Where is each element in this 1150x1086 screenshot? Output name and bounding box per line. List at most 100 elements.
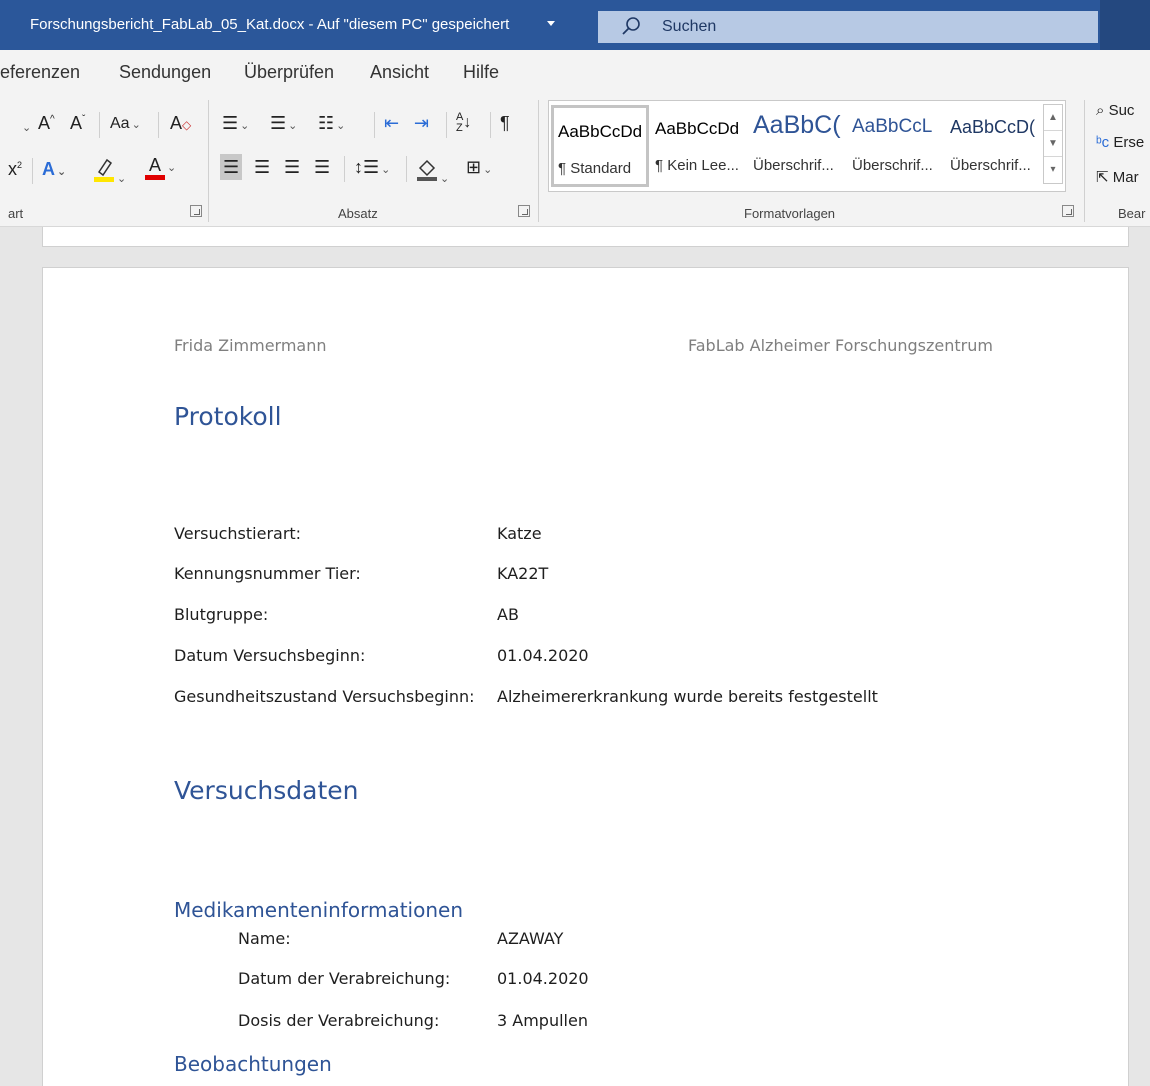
field-value: 01.04.2020	[497, 646, 589, 665]
group-separator	[1084, 100, 1085, 222]
style-name: ¶ Standard	[558, 160, 632, 177]
tab-ansicht[interactable]: Ansicht	[370, 62, 429, 83]
line-spacing-icon[interactable]: ↕☰ ⌄	[354, 158, 390, 176]
paint-bucket-icon	[417, 159, 437, 181]
field-label: Blutgruppe:	[174, 605, 269, 624]
highlight-icon[interactable]: ⌄	[93, 156, 126, 185]
style-heading-3[interactable]: AaBbCcD( Überschrif...	[946, 105, 1044, 187]
numbering-icon[interactable]: ☰ ⌄	[270, 114, 297, 132]
field-value: KA22T	[497, 564, 549, 583]
style-heading-2[interactable]: AaBbCcL Überschrif...	[848, 105, 946, 187]
section-heading: Versuchsdaten	[174, 776, 359, 805]
field-label: Name:	[238, 929, 291, 948]
style-sample: AaBbCcD(	[950, 117, 1036, 137]
search-box[interactable]: Suchen	[598, 11, 1098, 43]
shrink-font-icon[interactable]: Aˇ	[70, 114, 85, 132]
align-right-icon[interactable]: ☰	[284, 158, 300, 176]
search-icon: ⌕	[1096, 102, 1105, 119]
field-label: Dosis der Verabreichung:	[238, 1011, 440, 1030]
title-bar: Forschungsbericht_FabLab_05_Kat.docx - A…	[0, 0, 1150, 50]
document-page[interactable]: Frida Zimmermann FabLab Alzheimer Forsch…	[42, 267, 1129, 1086]
styles-gallery-scroll: ▲ ▼ ▾	[1043, 104, 1063, 184]
select-label: Mar	[1112, 169, 1139, 186]
previous-page-bottom	[42, 227, 1129, 247]
style-name: Überschrif...	[950, 157, 1031, 174]
style-sample: AaBbCcL	[852, 116, 933, 137]
paragraph-dialog-launcher-icon[interactable]	[518, 205, 530, 217]
separator	[99, 112, 100, 138]
style-sample: AaBbC(	[753, 111, 841, 139]
select-button[interactable]: ⇱ Mar	[1096, 168, 1139, 186]
field-label: Datum Versuchsbeginn:	[174, 646, 366, 665]
tab-ueberpruefen[interactable]: Überprüfen	[244, 62, 334, 83]
tab-sendungen[interactable]: Sendungen	[119, 62, 211, 83]
style-name: Überschrif...	[753, 157, 834, 174]
show-paragraph-marks-icon[interactable]: ¶	[500, 114, 510, 132]
style-name: Überschrif...	[852, 157, 933, 174]
subsection-heading: Medikamenteninformationen	[174, 898, 463, 922]
document-title[interactable]: Forschungsbericht_FabLab_05_Kat.docx - A…	[30, 16, 509, 33]
styles-gallery: AaBbCcDd ¶ Standard AaBbCcDd ¶ Kein Lee.…	[548, 100, 1066, 192]
find-label: Suc	[1108, 102, 1135, 119]
search-label: Suchen	[662, 18, 717, 35]
scroll-up-icon[interactable]: ▲	[1044, 105, 1062, 131]
separator	[344, 156, 345, 182]
paragraph-group-label: Absatz	[338, 206, 378, 221]
superscript-icon[interactable]: x2	[8, 160, 22, 178]
multilevel-list-icon[interactable]: ☷ ⌄	[318, 114, 345, 132]
style-kein-leerraum[interactable]: AaBbCcDd ¶ Kein Lee...	[651, 105, 749, 187]
separator	[446, 112, 447, 138]
font-group-label: art	[8, 206, 24, 221]
decrease-indent-icon[interactable]: ⇤	[384, 114, 399, 132]
separator	[406, 156, 407, 182]
subsection-heading: Beobachtungen	[174, 1052, 332, 1076]
grow-font-icon[interactable]: A^	[38, 114, 55, 132]
field-value: AZAWAY	[497, 929, 564, 948]
justify-icon[interactable]: ☰	[314, 158, 330, 176]
change-case-icon[interactable]: Aa ⌄	[110, 116, 141, 132]
editing-group-label: Bear	[1118, 206, 1146, 221]
title-bar-edge	[1100, 0, 1150, 50]
clear-formatting-icon[interactable]: A◇	[170, 114, 191, 132]
field-value: Alzheimererkrankung wurde bereits festge…	[497, 687, 878, 706]
font-size-dropdown-icon[interactable]: ⌄	[20, 116, 31, 134]
bullets-icon[interactable]: ☰ ⌄	[222, 114, 249, 132]
field-label: Gesundheitszustand Versuchsbeginn:	[174, 687, 475, 706]
style-heading-1[interactable]: AaBbC( Überschrif...	[749, 105, 847, 187]
replace-button[interactable]: ᵇc Erse	[1096, 134, 1144, 151]
field-label: Kennungsnummer Tier:	[174, 564, 361, 583]
chevron-down-icon[interactable]	[547, 21, 555, 26]
separator	[32, 158, 33, 184]
styles-group-label: Formatvorlagen	[744, 206, 836, 221]
separator	[158, 112, 159, 138]
increase-indent-icon[interactable]: ⇥	[414, 114, 429, 132]
field-label: Datum der Verabreichung:	[238, 969, 451, 988]
styles-dialog-launcher-icon[interactable]	[1062, 205, 1074, 217]
replace-label: Erse	[1113, 134, 1145, 151]
ribbon-tabs: eferenzen Sendungen Überprüfen Ansicht H…	[0, 50, 1150, 92]
text-effects-icon[interactable]: A ⌄	[42, 160, 66, 178]
tab-hilfe[interactable]: Hilfe	[463, 62, 499, 83]
separator	[490, 112, 491, 138]
scroll-down-icon[interactable]: ▼	[1044, 131, 1062, 157]
borders-icon[interactable]: ⊞ ⌄	[466, 158, 492, 176]
separator	[374, 112, 375, 138]
sort-icon[interactable]: A Z↓	[456, 112, 471, 134]
group-separator	[208, 100, 209, 222]
highlighter-icon	[94, 158, 114, 182]
style-standard[interactable]: AaBbCcDd ¶ Standard	[551, 105, 649, 187]
field-value: Katze	[497, 524, 542, 543]
field-value: 01.04.2020	[497, 969, 589, 988]
tab-referenzen[interactable]: eferenzen	[0, 62, 80, 83]
font-color-icon[interactable]: A ⌄	[145, 156, 176, 180]
align-left-icon[interactable]: ☰	[220, 154, 243, 180]
font-dialog-launcher-icon[interactable]	[190, 205, 202, 217]
find-button[interactable]: ⌕ Suc	[1096, 102, 1134, 119]
align-center-icon[interactable]: ☰	[254, 158, 270, 176]
shading-icon[interactable]: ⌄	[416, 156, 449, 185]
style-sample: AaBbCcDd	[558, 122, 643, 141]
replace-icon: ᵇc	[1096, 134, 1110, 151]
gallery-expand-icon[interactable]: ▾	[1044, 157, 1062, 183]
page-header-right: FabLab Alzheimer Forschungszentrum	[688, 336, 993, 355]
style-name: ¶ Kein Lee...	[655, 157, 739, 174]
